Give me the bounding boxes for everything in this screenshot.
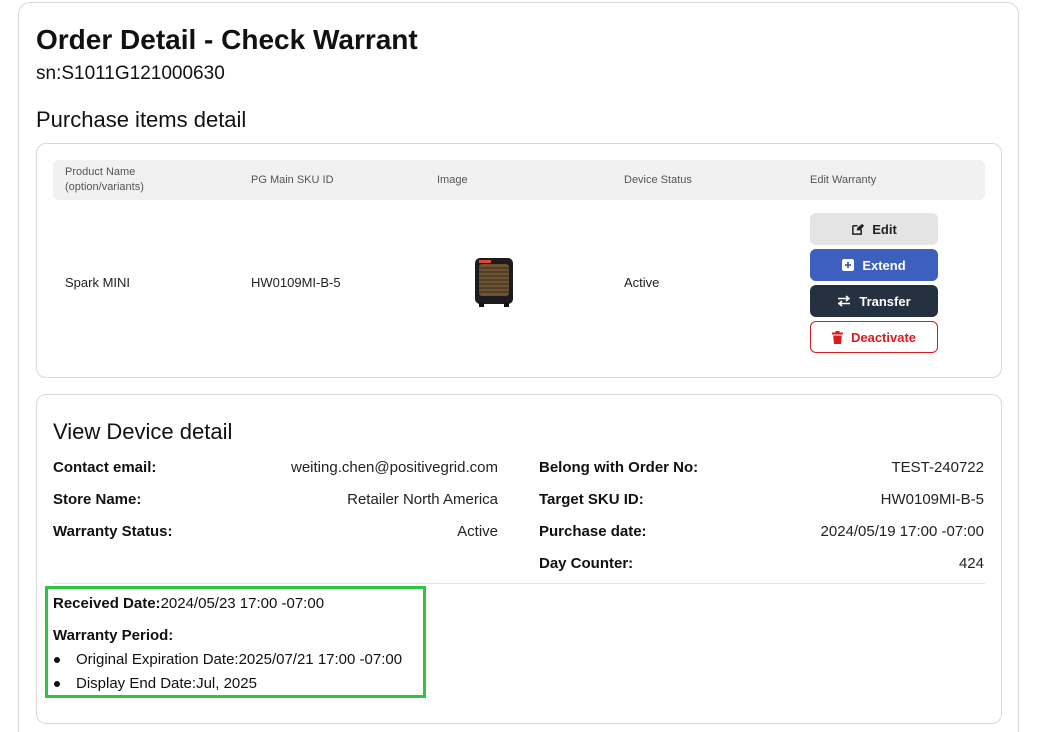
extend-button-label: Extend [862, 257, 906, 273]
page-title: Order Detail - Check Warrant [36, 24, 418, 55]
transfer-button[interactable]: Transfer [810, 285, 938, 317]
original-expiration-label: Original Expiration Date: [76, 651, 239, 668]
table-header: Product Name (option/variants) PG Main S… [53, 160, 985, 200]
product-name-cell: Spark MINI [65, 275, 131, 290]
display-end-value: Jul, 2025 [196, 675, 257, 692]
swap-arrows-icon [838, 295, 851, 307]
trash-icon [831, 330, 843, 344]
purchase-items-card: Product Name (option/variants) PG Main S… [36, 143, 1002, 378]
column-header-product-sublabel: (option/variants) [65, 181, 144, 193]
edit-button[interactable]: Edit [810, 213, 938, 245]
received-date-value: 2024/05/23 17:00 -07:00 [160, 595, 325, 612]
day-counter-label: Day Counter: [539, 555, 634, 572]
device-status-cell: Active [624, 275, 660, 290]
column-header-edit-warranty: Edit Warranty [810, 174, 877, 186]
edit-icon [852, 223, 865, 235]
store-name-value: Retailer North America [347, 491, 498, 508]
device-detail-card: View Device detail Contact email: weitin… [36, 394, 1002, 724]
warranty-period-label: Warranty Period: [53, 627, 174, 644]
serial-number: sn:S1011G121000630 [36, 63, 225, 84]
warranty-status-label: Warranty Status: [53, 523, 173, 540]
target-sku-value: HW0109MI-B-5 [880, 491, 984, 508]
bullet [54, 681, 60, 687]
purchase-items-title: Purchase items detail [36, 107, 247, 132]
column-header-product: Product Name (option/variants) [65, 165, 144, 195]
contact-email-label: Contact email: [53, 459, 157, 476]
transfer-button-label: Transfer [859, 293, 911, 309]
order-no-label: Belong with Order No: [539, 459, 699, 476]
original-expiration-value: 2025/07/21 17:00 -07:00 [238, 651, 403, 668]
warranty-highlight-box: Received Date:2024/05/23 17:00 -07:00 Wa… [45, 586, 426, 698]
received-date-label: Received Date: [53, 595, 161, 612]
sku-cell: HW0109MI-B-5 [251, 275, 341, 290]
purchase-date-value: 2024/05/19 17:00 -07:00 [820, 523, 984, 540]
extend-button[interactable]: Extend [810, 249, 938, 281]
edit-button-label: Edit [872, 221, 897, 237]
device-detail-title: View Device detail [53, 419, 233, 444]
contact-email-value: weiting.chen@positivegrid.com [291, 459, 498, 476]
display-end-label: Display End Date: [76, 675, 197, 692]
bullet [54, 657, 60, 663]
column-header-sku: PG Main SKU ID [251, 174, 334, 186]
purchase-date-label: Purchase date: [539, 523, 647, 540]
divider [53, 583, 985, 584]
target-sku-label: Target SKU ID: [539, 491, 644, 508]
order-no-value: TEST-240722 [891, 459, 984, 476]
day-counter-value: 424 [958, 555, 984, 572]
deactivate-button[interactable]: Deactivate [810, 321, 938, 353]
column-header-image: Image [437, 174, 468, 186]
original-expiration-row: Original Expiration Date:2025/07/21 17:0… [76, 651, 402, 668]
column-header-status: Device Status [624, 174, 692, 186]
display-end-row: Display End Date:Jul, 2025 [76, 675, 257, 692]
received-date-row: Received Date:2024/05/23 17:00 -07:00 [53, 595, 324, 612]
product-image [471, 256, 517, 315]
deactivate-button-label: Deactivate [850, 329, 917, 345]
store-name-label: Store Name: [53, 491, 142, 508]
warranty-status-value: Active [457, 523, 498, 540]
column-header-product-label: Product Name [65, 166, 136, 178]
plus-square-icon [842, 259, 855, 271]
